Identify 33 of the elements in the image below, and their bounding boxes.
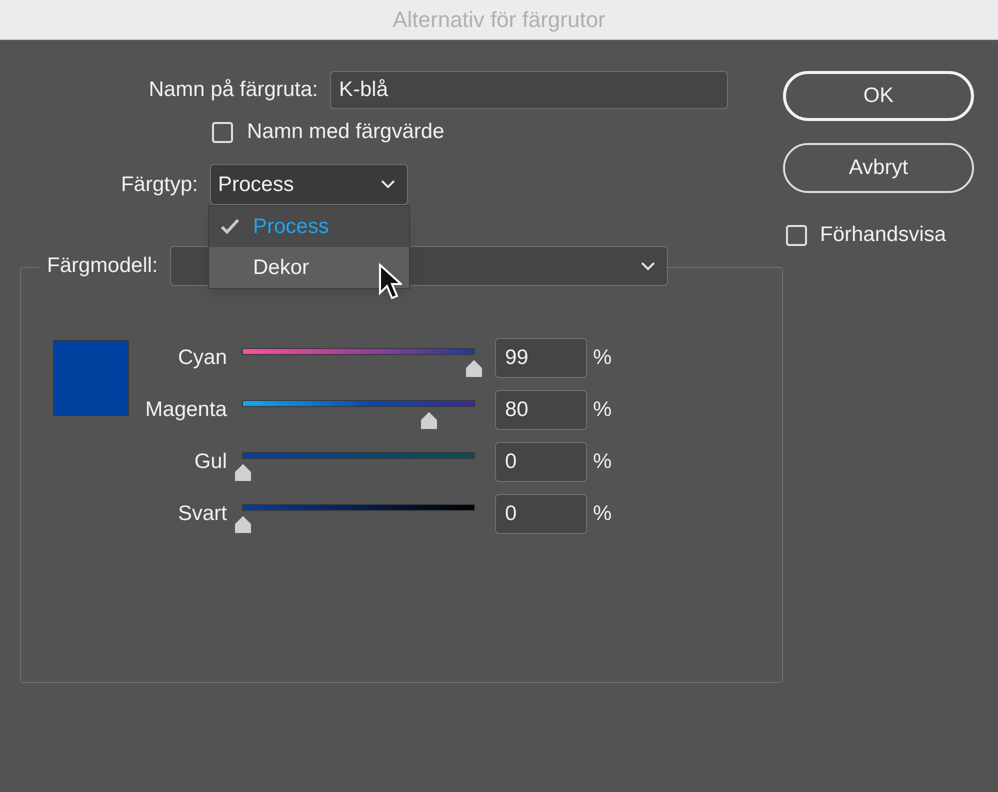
window-title: Alternativ för färgrutor <box>392 6 606 34</box>
slider-thumb[interactable] <box>466 360 482 377</box>
slider-label: Magenta <box>145 397 227 424</box>
checkbox[interactable] <box>212 122 233 142</box>
dialog-button[interactable]: OK <box>783 71 974 121</box>
input-field[interactable]: 0 <box>495 442 587 482</box>
field-label: Färgtyp: <box>120 172 198 198</box>
field-label: Namn på färgruta: <box>148 77 318 104</box>
slider-thumb[interactable] <box>235 516 251 533</box>
slider-label: Cyan <box>178 345 227 372</box>
slider-thumb[interactable] <box>421 412 438 429</box>
field-label: Färgmodell: <box>47 253 158 280</box>
chevron-icon <box>381 180 395 189</box>
dialog-button[interactable]: Avbryt <box>783 143 974 193</box>
slider-label: Svart <box>178 501 227 528</box>
cursor-icon <box>378 263 402 301</box>
input-field[interactable]: 0 <box>495 494 587 534</box>
checkbox[interactable] <box>786 224 807 246</box>
unit-label: % <box>593 345 612 372</box>
slider-label: Gul <box>194 449 227 476</box>
menu-item[interactable]: Dekor <box>209 247 409 288</box>
unit-label: % <box>593 501 612 528</box>
dropdown[interactable]: Process <box>210 164 408 205</box>
slider-thumb[interactable] <box>235 464 251 481</box>
input-field[interactable]: 99 <box>495 338 587 378</box>
chevron-icon <box>640 262 655 270</box>
checkbox-label: Namn med färgvärde <box>247 119 444 146</box>
input-field[interactable]: K-blå <box>330 71 728 109</box>
input-field[interactable]: 80 <box>495 390 587 430</box>
checkbox-label: Förhandsvisa <box>820 222 946 248</box>
unit-label: % <box>593 449 612 476</box>
unit-label: % <box>593 397 612 424</box>
checkmark-icon <box>221 219 239 234</box>
